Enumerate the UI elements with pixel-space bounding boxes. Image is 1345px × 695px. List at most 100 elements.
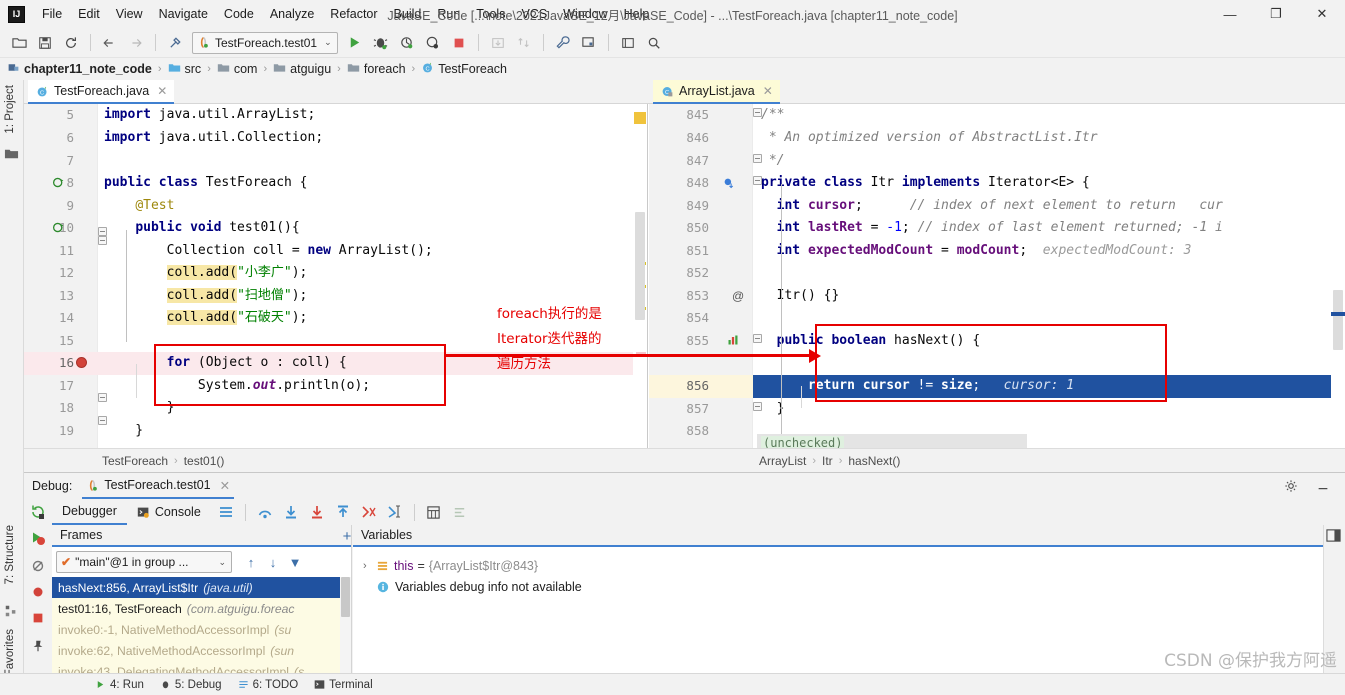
step-out-icon[interactable] <box>332 501 354 523</box>
layout-icon[interactable] <box>617 32 639 54</box>
run-to-cursor-icon[interactable] <box>384 501 406 523</box>
maximize-button[interactable]: ❐ <box>1253 0 1299 28</box>
settings-wrench-icon[interactable] <box>552 32 574 54</box>
status-todo[interactable]: 6: TODO <box>238 679 298 691</box>
editor-code-left[interactable]: 5 import java.util.ArrayList; 6 import j… <box>24 104 647 472</box>
menu-file[interactable]: File <box>34 2 70 26</box>
scrollbar-thumb[interactable] <box>1333 290 1343 350</box>
fold-marker-icon[interactable] <box>753 402 762 411</box>
frame-row[interactable]: invoke0:-1, NativeMethodAccessorImpl (su <box>52 619 351 640</box>
editor-pane-testforeach[interactable]: 5 import java.util.ArrayList; 6 import j… <box>24 104 648 472</box>
close-icon[interactable]: ✕ <box>157 84 167 98</box>
profile-icon[interactable] <box>422 32 444 54</box>
structure-icon[interactable] <box>4 604 20 620</box>
mute-breakpoints-toolbar-icon[interactable] <box>449 501 471 523</box>
breakpoint-icon[interactable] <box>76 357 87 368</box>
step-over-icon[interactable] <box>254 501 276 523</box>
editor-pane-arraylist[interactable]: 845 /** 846 * An optimized version of Ab… <box>649 104 1345 472</box>
editor-tab-testforeach[interactable]: C TestForeach.java ✕ <box>28 80 175 104</box>
menu-analyze[interactable]: Analyze <box>262 2 322 26</box>
commit-icon[interactable] <box>513 32 535 54</box>
step-into-icon[interactable] <box>280 501 302 523</box>
open-icon[interactable] <box>8 32 30 54</box>
rerun-icon[interactable] <box>29 503 47 521</box>
status-run[interactable]: 4: Run <box>95 679 144 691</box>
menu-navigate[interactable]: Navigate <box>151 2 216 26</box>
run-gutter-icon[interactable] <box>52 221 65 237</box>
menu-window[interactable]: Window <box>555 2 615 26</box>
thread-selector[interactable]: ✔ "main"@1 in group ... ⌄ <box>56 551 232 573</box>
breadcrumb-class[interactable]: C TestForeach <box>421 61 507 77</box>
fold-marker-icon[interactable] <box>753 176 762 185</box>
stop-icon[interactable] <box>448 32 470 54</box>
sync-icon[interactable] <box>60 32 82 54</box>
search-everywhere-icon[interactable] <box>643 32 665 54</box>
menu-refactor[interactable]: Refactor <box>322 2 385 26</box>
close-icon[interactable]: ✕ <box>220 478 230 493</box>
build-hammer-icon[interactable] <box>164 32 186 54</box>
fold-marker-icon[interactable] <box>98 236 107 245</box>
breadcrumb-foreach[interactable]: foreach <box>347 61 406 77</box>
run-configuration-selector[interactable]: TestForeach.test01 ⌄ <box>192 31 338 54</box>
tab-debugger[interactable]: Debugger <box>52 499 127 525</box>
fold-marker-icon[interactable] <box>98 416 107 425</box>
down-arrow-icon[interactable]: ↓ <box>262 555 284 570</box>
breadcrumb-module[interactable]: chapter11_note_code <box>7 61 152 77</box>
minimize-button[interactable]: — <box>1207 0 1253 28</box>
layout-settings-icon[interactable] <box>1326 528 1342 544</box>
menu-tools[interactable]: Tools <box>468 2 513 26</box>
fold-marker-icon[interactable] <box>98 227 107 236</box>
evaluate-expression-icon[interactable] <box>423 501 445 523</box>
menu-code[interactable]: Code <box>216 2 262 26</box>
right-bottom-breadcrumb[interactable]: ArrayList › Itr › hasNext() <box>759 454 900 468</box>
add-watch-button[interactable]: + <box>340 525 354 547</box>
execution-position-marker[interactable] <box>1331 312 1345 316</box>
project-icon[interactable] <box>4 146 20 162</box>
breadcrumb-com[interactable]: com <box>217 61 257 77</box>
fold-marker-icon[interactable] <box>98 393 107 402</box>
drop-frame-icon[interactable] <box>358 501 380 523</box>
frames-list[interactable]: hasNext:856, ArrayList$Itr (java.util) t… <box>52 577 351 673</box>
frame-row[interactable]: test01:16, TestForeach (com.atguigu.fore… <box>52 598 351 619</box>
fold-marker-icon[interactable] <box>753 108 762 117</box>
left-bottom-breadcrumb[interactable]: TestForeach › test01() <box>102 454 224 468</box>
resume-program-icon[interactable] <box>29 529 47 547</box>
left-marker-column[interactable] <box>633 104 647 472</box>
menu-vcs[interactable]: VCS <box>513 2 555 26</box>
status-terminal[interactable]: Terminal <box>314 679 373 691</box>
forward-icon[interactable] <box>125 32 147 54</box>
fold-marker-icon[interactable] <box>753 334 762 343</box>
status-debug[interactable]: 5: Debug <box>160 679 222 691</box>
run-coverage-icon[interactable] <box>396 32 418 54</box>
force-step-into-icon[interactable] <box>306 501 328 523</box>
mute-breakpoints-icon[interactable] <box>29 557 47 575</box>
show-execution-point-icon[interactable] <box>215 501 237 523</box>
project-structure-icon[interactable] <box>578 32 600 54</box>
menu-edit[interactable]: Edit <box>70 2 108 26</box>
minimize-icon[interactable] <box>1312 475 1334 497</box>
breadcrumb-atguigu[interactable]: atguigu <box>273 61 331 77</box>
breadcrumb-src[interactable]: src <box>168 61 201 77</box>
variable-row-this[interactable]: › this = {ArrayList$Itr@843} <box>353 555 1345 576</box>
back-icon[interactable] <box>99 32 121 54</box>
pin-icon[interactable] <box>29 637 47 655</box>
up-arrow-icon[interactable]: ↑ <box>240 555 262 570</box>
annotation-gutter-icon[interactable]: @ <box>732 289 744 303</box>
menu-build[interactable]: Build <box>386 2 430 26</box>
update-project-icon[interactable] <box>487 32 509 54</box>
stop-icon[interactable] <box>29 609 47 627</box>
tab-console[interactable]: Console <box>127 499 211 525</box>
sidebar-item-structure[interactable]: 7: Structure <box>0 522 23 587</box>
method-chart-gutter-icon[interactable] <box>727 334 739 349</box>
frames-scrollbar[interactable] <box>340 577 351 673</box>
crumb-inner-class[interactable]: Itr <box>822 454 833 468</box>
frame-row[interactable]: invoke:43, DelegatingMethodAccessorImpl … <box>52 661 351 673</box>
save-icon[interactable] <box>34 32 56 54</box>
gear-icon[interactable] <box>1280 475 1302 497</box>
crumb-method[interactable]: hasNext() <box>848 454 900 468</box>
menu-run[interactable]: Run <box>429 2 468 26</box>
debug-session-tab[interactable]: TestForeach.test01 ✕ <box>82 473 235 499</box>
crumb-class[interactable]: TestForeach <box>102 454 168 468</box>
chevron-right-icon[interactable]: › <box>363 560 377 572</box>
sidebar-item-project[interactable]: 1: Project <box>0 82 23 137</box>
